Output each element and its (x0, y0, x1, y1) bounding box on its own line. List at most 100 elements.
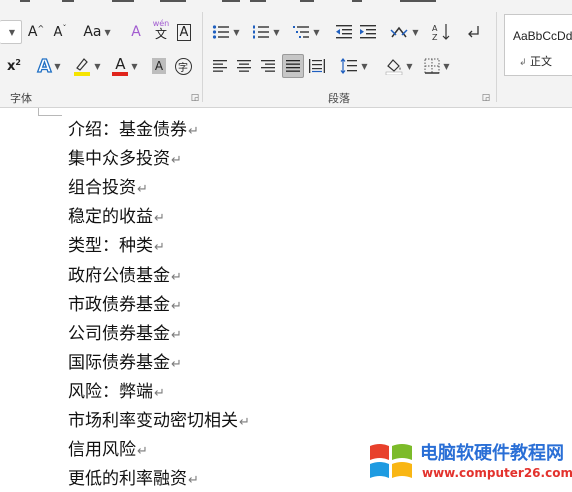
document-area[interactable]: 介绍：基金债券↵ 集中众多投资↵ 组合投资↵ 稳定的收益↵ 类型：种类↵ 政府公债基金↵ 市… (0, 108, 572, 492)
paragraph-group-label: 段落 (328, 92, 350, 105)
character-border-button[interactable]: A (174, 20, 194, 44)
chevron-down-icon: ▼ (313, 27, 320, 37)
align-left-button[interactable] (210, 54, 230, 78)
distributed-button[interactable] (306, 54, 328, 78)
chevron-down-icon: ▼ (94, 61, 101, 71)
text-boundary-corner (38, 108, 62, 116)
text-effects-icon: A (37, 55, 52, 77)
align-center-icon (237, 60, 251, 72)
paragraph-mark-icon: ↵ (154, 211, 165, 226)
document-paragraph[interactable]: 更低的利率融资↵ (68, 468, 199, 492)
change-case-button[interactable]: Aa ▼ (80, 20, 114, 44)
superscript-button[interactable]: x2 (4, 54, 24, 78)
align-right-icon (261, 60, 275, 72)
paragraph-mark-icon: ↵ (239, 415, 250, 430)
paragraph-text: 政府公债基金 (68, 266, 170, 286)
paragraph-mark-icon: ↵ (154, 240, 165, 255)
paragraph-mark-icon: ↵ (154, 386, 165, 401)
shrink-font-button[interactable]: Aˇ (50, 20, 70, 44)
enclose-characters-icon: 字 (174, 57, 192, 75)
font-color-icon: A (115, 54, 126, 73)
bullets-button[interactable]: ▼ (208, 20, 244, 44)
paragraph-dialog-launcher-icon[interactable]: ◲ (481, 93, 491, 103)
paragraph-mark-icon: ↵ (188, 124, 199, 139)
chevron-down-icon: ▼ (361, 61, 368, 71)
paragraph-text: 组合投资 (68, 178, 136, 198)
shading-button[interactable]: ▼ (382, 54, 416, 78)
phonetic-guide-icon: 文 (154, 27, 167, 41)
document-paragraph[interactable]: 类型：种类↵ (68, 235, 165, 259)
paragraph-text: 公司债券基金 (68, 324, 170, 344)
show-paragraph-marks-button[interactable] (462, 20, 486, 44)
style-name-label: 正文 (530, 55, 553, 68)
document-paragraph[interactable]: 市政债券基金↵ (68, 294, 182, 318)
style-gallery-normal[interactable]: AaBbCcDd ↲ 正文 (504, 14, 572, 76)
svg-text:A: A (432, 24, 438, 33)
font-color-button[interactable]: A ▼ (108, 54, 142, 78)
document-paragraph[interactable]: 国际债券基金↵ (68, 352, 182, 376)
multilevel-list-button[interactable]: ▼ (288, 20, 324, 44)
text-effects-button[interactable]: A ▼ (32, 54, 66, 78)
bullets-icon (213, 25, 230, 39)
paragraph-mark-icon: ↵ (171, 299, 182, 314)
watermark-title: 电脑软硬件教程网 (420, 443, 564, 464)
paragraph-mark-icon: ↵ (171, 357, 182, 372)
distributed-icon (309, 59, 325, 73)
enclose-characters-button[interactable]: 字 (172, 54, 194, 78)
document-paragraph[interactable]: 风险：弊端↵ (68, 381, 165, 405)
increase-indent-button[interactable] (358, 20, 378, 44)
paragraph-text: 国际债券基金 (68, 353, 170, 373)
paragraph-text: 稳定的收益 (68, 207, 153, 227)
document-paragraph[interactable]: 组合投资↵ (68, 177, 148, 201)
document-paragraph[interactable]: 政府公债基金↵ (68, 265, 182, 289)
paragraph-text: 更低的利率融资 (68, 469, 187, 489)
paragraph-mark-icon: ↲ (519, 58, 527, 68)
grow-font-button[interactable]: A ^ (26, 20, 46, 44)
site-watermark: 电脑软硬件教程网 www.computer26.com (368, 437, 572, 489)
group-divider (202, 12, 203, 102)
phonetic-guide-button[interactable]: wén 文 (150, 18, 172, 42)
svg-text:Z: Z (432, 33, 438, 41)
borders-button[interactable]: ▼ (420, 54, 454, 78)
paragraph-mark-icon: ↵ (137, 444, 148, 459)
align-left-icon (213, 60, 227, 72)
watermark-url: www.computer26.com (422, 466, 572, 480)
font-dialog-launcher-icon[interactable]: ◲ (190, 93, 200, 103)
document-paragraph[interactable]: 市场利率变动密切相关↵ (68, 410, 250, 434)
align-center-button[interactable] (234, 54, 254, 78)
document-paragraph[interactable]: 信用风险↵ (68, 439, 148, 463)
document-paragraph[interactable]: 集中众多投资↵ (68, 148, 182, 172)
align-right-button[interactable] (258, 54, 278, 78)
highlight-color-button[interactable]: ▼ (70, 54, 104, 78)
paragraph-text: 集中众多投资 (68, 149, 170, 169)
font-group-label: 字体 (10, 92, 32, 105)
font-size-dropdown[interactable]: ▼ (0, 20, 22, 44)
line-spacing-button[interactable]: ▼ (336, 54, 372, 78)
increase-indent-icon (360, 25, 376, 39)
paragraph-text: 信用风险 (68, 440, 136, 460)
chinese-layout-button[interactable]: ▼ (386, 20, 422, 44)
justify-button[interactable] (282, 54, 304, 78)
chevron-down-icon: ▼ (54, 61, 61, 71)
document-paragraph[interactable]: 公司债券基金↵ (68, 323, 182, 347)
clear-formatting-button[interactable]: A (126, 20, 146, 44)
document-paragraph[interactable]: 介绍：基金债券↵ (68, 119, 199, 143)
highlighter-icon (74, 58, 91, 76)
document-paragraph[interactable]: 稳定的收益↵ (68, 206, 165, 230)
grow-font-icon: A (27, 24, 38, 40)
character-shading-button[interactable]: A (150, 54, 168, 78)
paragraph-mark-icon: ↵ (137, 182, 148, 197)
style-sample-text: AaBbCcDd (513, 29, 572, 43)
chevron-down-icon: ▼ (412, 27, 419, 37)
paragraph-mark-icon (468, 26, 479, 38)
numbering-button[interactable]: ▼ (248, 20, 284, 44)
font-color-bar (112, 71, 129, 76)
decrease-indent-button[interactable] (334, 20, 354, 44)
paragraph-text: 介绍：基金债券 (68, 120, 187, 140)
paragraph-text: 市政债券基金 (68, 295, 170, 315)
numbering-icon (253, 25, 270, 39)
paragraph-mark-icon: ↵ (171, 328, 182, 343)
sort-button[interactable]: A Z (430, 20, 454, 44)
paragraph-mark-icon: ↵ (188, 473, 199, 488)
paragraph-text: 风险：弊端 (68, 382, 153, 402)
